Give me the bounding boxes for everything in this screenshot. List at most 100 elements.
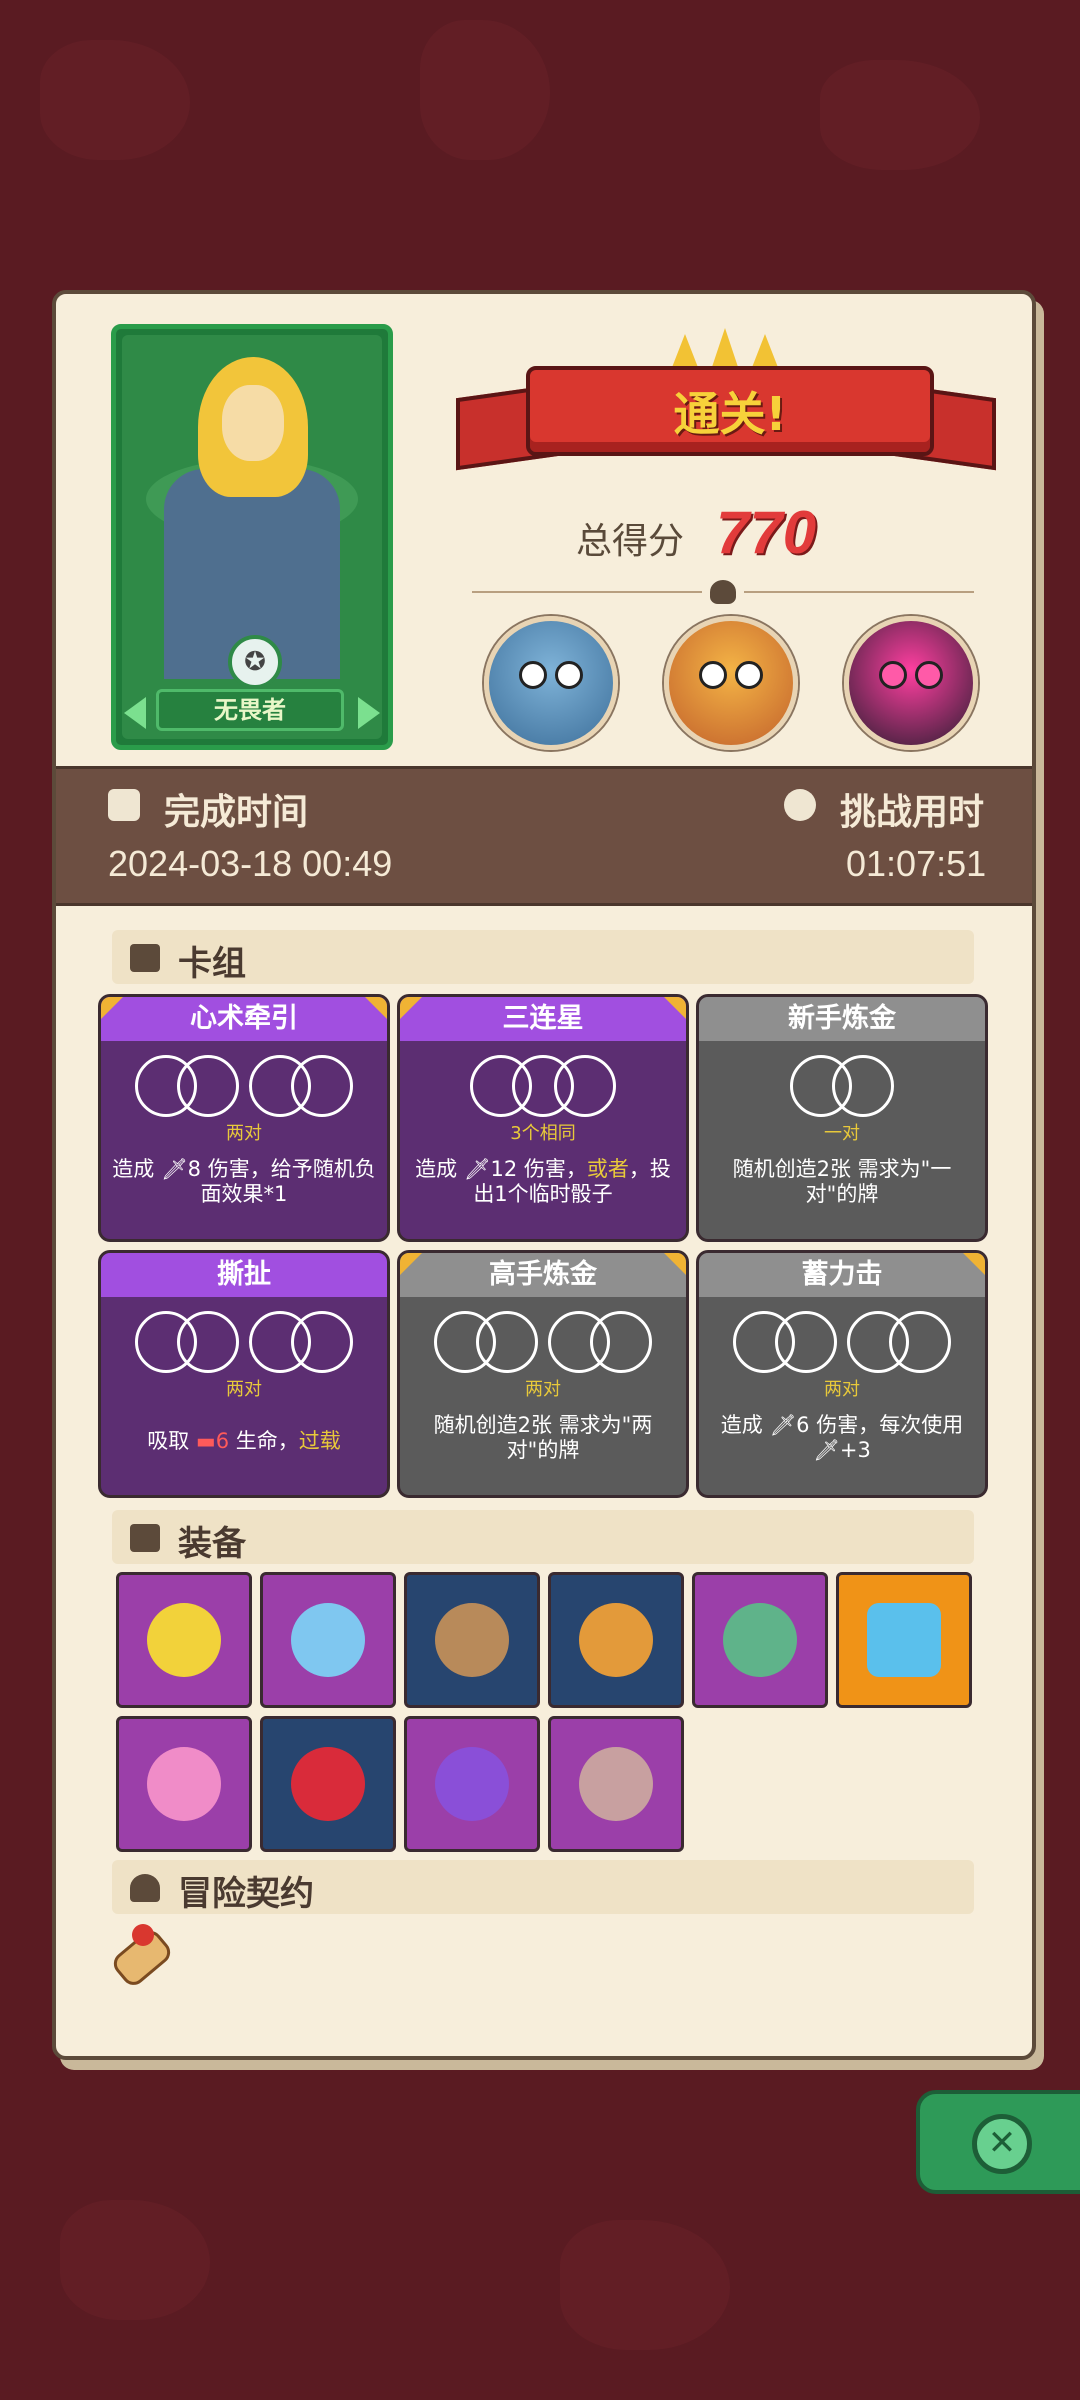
- equipment-slot[interactable]: [548, 1716, 684, 1852]
- dice-slots: [400, 1055, 686, 1119]
- contract-scroll-icon[interactable]: [104, 1924, 176, 1994]
- equipment-slot[interactable]: [404, 1716, 540, 1852]
- moon-star-icon: [147, 1603, 221, 1677]
- card-description: 随机创造2张 需求为"两对"的牌: [433, 1413, 653, 1462]
- card-corner: [400, 1253, 422, 1275]
- boss-divider: [442, 580, 1002, 604]
- deck-card[interactable]: 三连星 3个相同 造成 🗡12 伤害，或者，投出1个临时骰子: [397, 994, 689, 1242]
- boss-eye: [519, 661, 547, 689]
- equipment-title: 装备: [178, 1524, 246, 1564]
- horn-icon: [435, 1603, 509, 1677]
- boss-portrait[interactable]: [664, 616, 798, 750]
- deck-title: 卡组: [178, 944, 246, 984]
- hero-face: [222, 385, 284, 461]
- boss-portrait[interactable]: [484, 616, 618, 750]
- shield-crystal-icon: [867, 1603, 941, 1677]
- equipment-slot[interactable]: [260, 1572, 396, 1708]
- deck-card[interactable]: 新手炼金 一对 随机创造2张 需求为"一对"的牌: [696, 994, 988, 1242]
- ribbon-main: 通关!: [526, 366, 934, 456]
- boss-eye: [555, 661, 583, 689]
- dice-slots: [699, 1311, 985, 1375]
- sword-icon: 🗡: [463, 1157, 491, 1181]
- background-pattern: [60, 2200, 210, 2320]
- equipment-slot[interactable]: [836, 1572, 972, 1708]
- hero-emblem-icon: ✪: [228, 635, 282, 689]
- card-requirement: 两对: [525, 1379, 561, 1400]
- contract-title: 冒险契约: [178, 1874, 314, 1914]
- card-requirement: 一对: [824, 1123, 860, 1144]
- potion-icon: [435, 1747, 509, 1821]
- person-icon: [130, 1874, 160, 1902]
- card-description: 造成 🗡6 伤害，每次使用 🗡+3: [720, 1413, 964, 1462]
- hero-portrait[interactable]: ✪ 无畏者: [111, 324, 393, 750]
- boss-eye: [735, 661, 763, 689]
- ruby-icon: [291, 1747, 365, 1821]
- demon-mask-icon: [723, 1603, 797, 1677]
- card-corner: [664, 997, 686, 1019]
- close-button[interactable]: ✕: [916, 2090, 1080, 2194]
- background-pattern: [420, 20, 550, 160]
- boss-portrait[interactable]: [844, 616, 978, 750]
- prev-arrow-icon[interactable]: [124, 697, 146, 729]
- card-requirement: 两对: [824, 1379, 860, 1400]
- deck-card[interactable]: 撕扯 两对 吸取 ▬6 生命，过载: [98, 1250, 390, 1498]
- card-title: 心术牵引: [101, 997, 387, 1041]
- score-label: 总得分: [576, 521, 685, 562]
- divider-line-left: [472, 591, 702, 593]
- equipment-slot[interactable]: [548, 1572, 684, 1708]
- equipment-slot[interactable]: [404, 1572, 540, 1708]
- boss-eye: [699, 661, 727, 689]
- card-description: 随机创造2张 需求为"一对"的牌: [732, 1157, 952, 1206]
- equipment-slot[interactable]: [260, 1716, 396, 1852]
- next-arrow-icon[interactable]: [358, 697, 380, 729]
- deck-card[interactable]: 蓄力击 两对 造成 🗡6 伤害，每次使用 🗡+3: [696, 1250, 988, 1498]
- card-requirement: 3个相同: [510, 1123, 576, 1144]
- sword-icon: 🗡: [813, 1438, 840, 1462]
- deck-card[interactable]: 高手炼金 两对 随机创造2张 需求为"两对"的牌: [397, 1250, 689, 1498]
- close-icon: ✕: [972, 2114, 1032, 2174]
- divider-line-right: [744, 591, 974, 593]
- background-pattern: [40, 40, 190, 160]
- card-title: 蓄力击: [699, 1253, 985, 1297]
- card-description: 造成 🗡8 伤害，给予随机负面效果*1: [112, 1157, 376, 1206]
- equipment-slot[interactable]: [116, 1572, 252, 1708]
- card-title: 高手炼金: [400, 1253, 686, 1297]
- equipment-section-header: 装备: [112, 1510, 974, 1564]
- skull-icon: [710, 580, 736, 604]
- challenge-time-value: 01:07:51: [846, 843, 987, 884]
- dice-slots: [400, 1311, 686, 1375]
- dice-slots: [101, 1311, 387, 1375]
- card-corner: [365, 997, 387, 1019]
- contract-section-header: 冒险契约: [112, 1860, 974, 1914]
- score-value: 770: [716, 499, 817, 566]
- equipment-slot[interactable]: [692, 1572, 828, 1708]
- card-requirement: 两对: [226, 1123, 262, 1144]
- card-corner: [101, 997, 123, 1019]
- card-title: 三连星: [400, 997, 686, 1041]
- complete-time-value: 2024-03-18 00:49: [108, 843, 393, 884]
- scroll-ribbon: [132, 1924, 154, 1946]
- time-bar: 完成时间 2024-03-18 00:49 挑战用时 01:07:51: [56, 766, 1032, 906]
- dice-slots: [699, 1055, 985, 1119]
- complete-time-label: 完成时间: [164, 792, 309, 833]
- heart-charm-icon: [147, 1747, 221, 1821]
- boss-eye: [915, 661, 943, 689]
- deck-card[interactable]: 心术牵引 两对 造成 🗡8 伤害，给予随机负面效果*1: [98, 994, 390, 1242]
- background-pattern: [820, 60, 980, 170]
- box-icon: [130, 1524, 160, 1552]
- card-description: 吸取 ▬6 生命，过载: [147, 1429, 341, 1453]
- card-corner: [400, 997, 422, 1019]
- victory-banner: 通关!: [456, 328, 996, 480]
- card-description: 造成 🗡12 伤害，或者，投出1个临时骰子: [415, 1157, 671, 1206]
- hero-name: 无畏者: [156, 689, 344, 731]
- crown-icon: [671, 328, 781, 370]
- equipment-slot[interactable]: [116, 1716, 252, 1852]
- card-title: 撕扯: [101, 1253, 387, 1297]
- card-title: 新手炼金: [699, 997, 985, 1041]
- card-corner: [963, 1253, 985, 1275]
- sword-icon: 🗡: [769, 1413, 797, 1437]
- background-pattern: [560, 2220, 730, 2350]
- victory-title: 通关!: [673, 387, 787, 441]
- cards-icon: [130, 944, 160, 972]
- round-shield-icon: [579, 1747, 653, 1821]
